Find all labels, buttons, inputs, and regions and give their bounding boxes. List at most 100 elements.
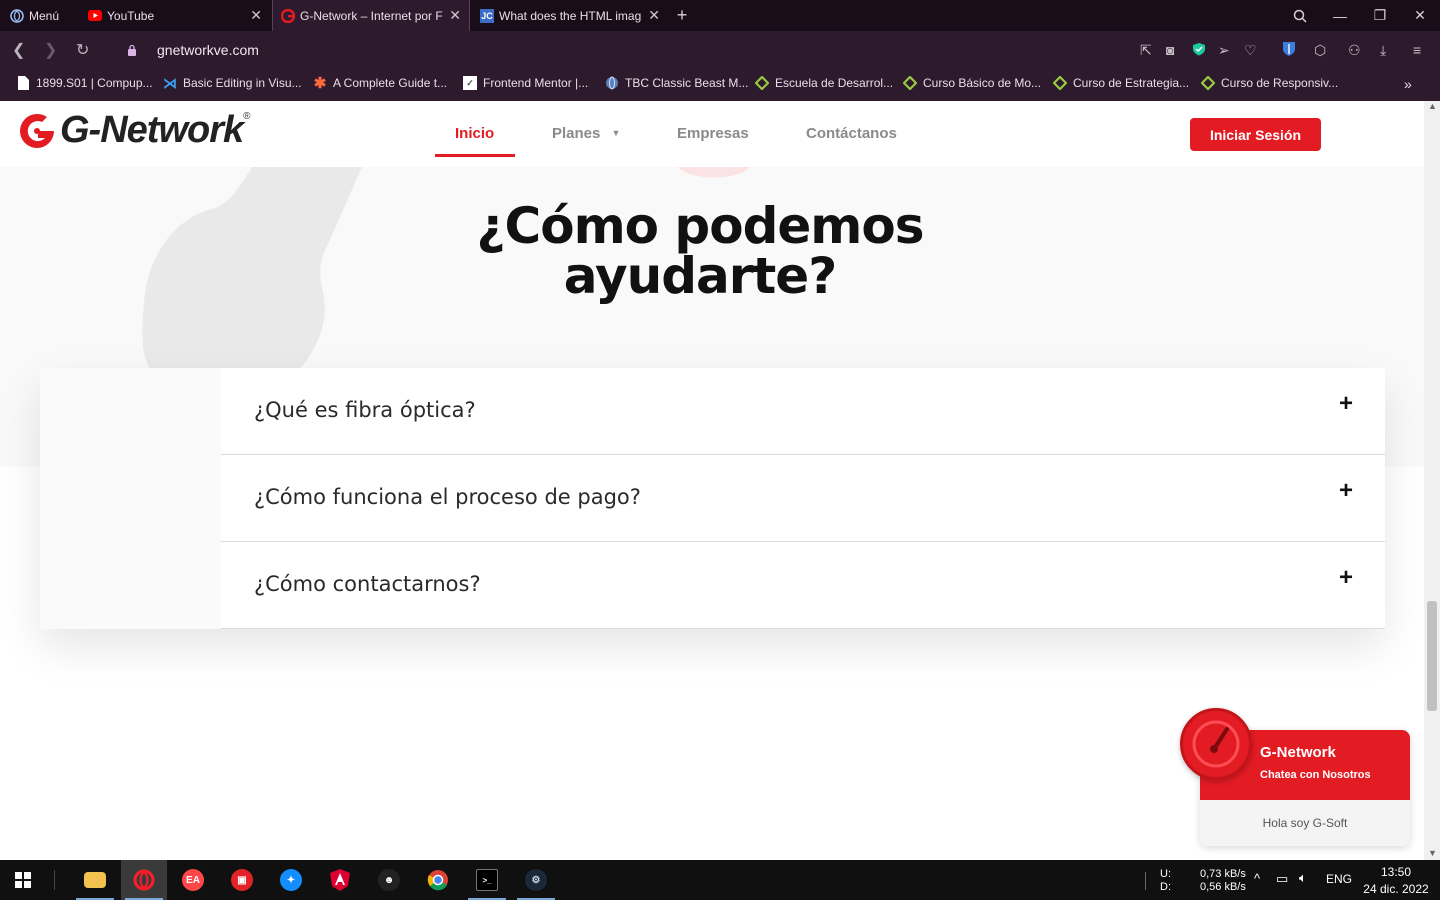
tab-title: What does the HTML imag	[499, 8, 642, 23]
start-button[interactable]	[0, 860, 46, 900]
tab-youtube[interactable]: YouTube ✕	[80, 0, 270, 31]
terminal-app[interactable]: >_	[464, 860, 510, 900]
nav-contactanos[interactable]: Contáctanos	[806, 125, 897, 142]
scrollbar-thumb[interactable]	[1427, 601, 1437, 711]
close-tab-icon[interactable]: ✕	[648, 7, 660, 24]
volume-icon[interactable]: 🔈︎	[1299, 871, 1307, 884]
shield-check-icon[interactable]	[1192, 42, 1206, 59]
faq-question: ¿Qué es fibra óptica?	[254, 398, 476, 422]
tab-g-network[interactable]: G-Network – Internet por F ✕	[272, 0, 470, 31]
bookmark-label: Curso de Estrategia...	[1073, 76, 1190, 90]
more-bookmarks-icon[interactable]: »	[1404, 76, 1412, 92]
share-icon[interactable]: ⇱	[1140, 42, 1152, 59]
network-icon[interactable]: ▭	[1276, 872, 1288, 885]
battle-net-app[interactable]: ✦	[268, 860, 314, 900]
bookmark-item[interactable]: TBC Classic Beast M...	[605, 76, 748, 90]
steam-app[interactable]: ⚙	[513, 860, 559, 900]
nav-inicio[interactable]: Inicio	[455, 125, 494, 142]
bookmark-item[interactable]: Curso Básico de Mo...	[903, 76, 1041, 90]
bookmark-label: Curso de Responsiv...	[1221, 76, 1339, 90]
opera-icon	[10, 8, 24, 23]
chat-widget[interactable]: G-Network Chatea con Nosotros Hola soy G…	[1180, 708, 1412, 848]
net-up-label: U:	[1160, 868, 1171, 880]
tab-html-question[interactable]: JC What does the HTML imag ✕	[472, 0, 668, 31]
page-title-line: ayudarte?	[563, 247, 837, 305]
bookmark-label: Frontend Mentor |...	[483, 76, 589, 90]
clock[interactable]: 13:50 24 dic. 2022	[1362, 864, 1430, 898]
language-indicator[interactable]: ENG	[1326, 873, 1352, 886]
platzi-icon	[755, 76, 769, 90]
opera-app[interactable]	[121, 860, 167, 900]
bookmark-item[interactable]: 1899.S01 | Compup...	[16, 76, 153, 90]
expand-plus-icon[interactable]: +	[1339, 390, 1353, 418]
net-up-value: 0,73 kB/s	[1200, 868, 1246, 880]
bookmark-item[interactable]: ✱ A Complete Guide t...	[313, 75, 447, 92]
bitwarden-icon[interactable]	[1283, 42, 1295, 59]
url-field[interactable]: gnetworkve.com	[157, 42, 259, 58]
platzi-icon	[903, 76, 917, 90]
bookmark-item[interactable]: Curso de Estrategia...	[1053, 76, 1189, 90]
taskbar-divider	[54, 870, 55, 890]
address-bar: ❮ ❯ ↻ gnetworkve.com ⇱ ◙ ➢ ♡ ⬡ ⚇ ⤓ ≡	[0, 31, 1440, 68]
bookmark-item[interactable]: ✓ Frontend Mentor |...	[463, 76, 588, 90]
restore-icon[interactable]: ❐	[1360, 0, 1400, 31]
angular-app[interactable]	[317, 860, 363, 900]
bookmark-label: Escuela de Desarrol...	[775, 76, 894, 90]
platzi-icon	[1053, 76, 1067, 90]
faq-accordion: ¿Qué es fibra óptica? + ¿Cómo funciona e…	[40, 368, 1385, 629]
minimize-icon[interactable]: —	[1320, 0, 1360, 31]
browser-menu-button[interactable]: Menú	[0, 0, 59, 31]
faq-item[interactable]: ¿Cómo contactarnos? +	[221, 542, 1385, 629]
tab-title: YouTube	[107, 8, 155, 23]
file-explorer-app[interactable]	[72, 860, 118, 900]
game-app[interactable]: ☻	[366, 860, 412, 900]
reload-icon[interactable]: ↻	[76, 40, 89, 60]
net-speed-labels: U: D:	[1160, 868, 1171, 894]
g-network-logo-icon	[20, 113, 54, 148]
bookmark-item[interactable]: Escuela de Desarrol...	[755, 76, 893, 90]
faq-item[interactable]: ¿Cómo funciona el proceso de pago? +	[221, 455, 1385, 542]
search-tabs-icon[interactable]	[1280, 0, 1320, 31]
game-launcher-app[interactable]: ▣	[219, 860, 265, 900]
close-tab-icon[interactable]: ✕	[250, 7, 262, 24]
back-icon[interactable]: ❮	[12, 40, 25, 60]
chat-avatar[interactable]	[1180, 708, 1252, 780]
forward-icon[interactable]: ❯	[44, 40, 57, 60]
net-down-value: 0,56 kB/s	[1200, 881, 1246, 893]
nav-empresas[interactable]: Empresas	[677, 125, 749, 142]
faq-item[interactable]: ¿Qué es fibra óptica? +	[221, 368, 1385, 455]
clock-time: 13:50	[1380, 865, 1412, 879]
scroll-up-icon[interactable]: ▲	[1428, 101, 1437, 111]
send-icon[interactable]: ➢	[1218, 42, 1230, 59]
g-network-logo[interactable]: G-Network ®	[16, 109, 251, 152]
bookmark-item[interactable]: Curso de Responsiv...	[1201, 76, 1338, 90]
login-button[interactable]: Iniciar Sesión	[1190, 118, 1321, 151]
bookmark-item[interactable]: ⋊ Basic Editing in Visu...	[163, 75, 302, 91]
chrome-icon	[427, 870, 448, 891]
extensions-cube-icon[interactable]: ⬡	[1314, 42, 1326, 59]
opera-icon	[133, 869, 155, 891]
easy-setup-icon[interactable]: ≡	[1413, 42, 1421, 58]
bookmark-label: Basic Editing in Visu...	[183, 76, 302, 90]
bookmarks-bar: 1899.S01 | Compup... ⋊ Basic Editing in …	[0, 68, 1440, 101]
page-scrollbar[interactable]: ▲ ▼	[1424, 101, 1440, 860]
platzi-icon	[1201, 76, 1215, 90]
net-down-label: D:	[1160, 881, 1171, 893]
expand-plus-icon[interactable]: +	[1339, 477, 1353, 505]
windows-icon	[15, 872, 31, 888]
heart-icon[interactable]: ♡	[1244, 42, 1257, 59]
ea-app[interactable]: EA	[170, 860, 216, 900]
close-tab-icon[interactable]: ✕	[449, 7, 461, 24]
new-tab-icon[interactable]: +	[662, 0, 702, 31]
asterisk-icon: ✱	[313, 75, 327, 92]
chevron-up-icon[interactable]: ^	[1254, 872, 1260, 885]
profile-icon[interactable]: ⚇	[1348, 42, 1361, 59]
scroll-down-icon[interactable]: ▼	[1428, 848, 1437, 858]
download-icon[interactable]: ⤓	[1380, 42, 1386, 59]
close-window-icon[interactable]: ✕	[1400, 0, 1440, 31]
chrome-app[interactable]	[415, 860, 461, 900]
expand-plus-icon[interactable]: +	[1339, 564, 1353, 592]
jc-favicon-icon: JC	[480, 8, 494, 23]
camera-icon[interactable]: ◙	[1166, 42, 1174, 58]
nav-planes[interactable]: Planes ▼	[552, 125, 620, 142]
